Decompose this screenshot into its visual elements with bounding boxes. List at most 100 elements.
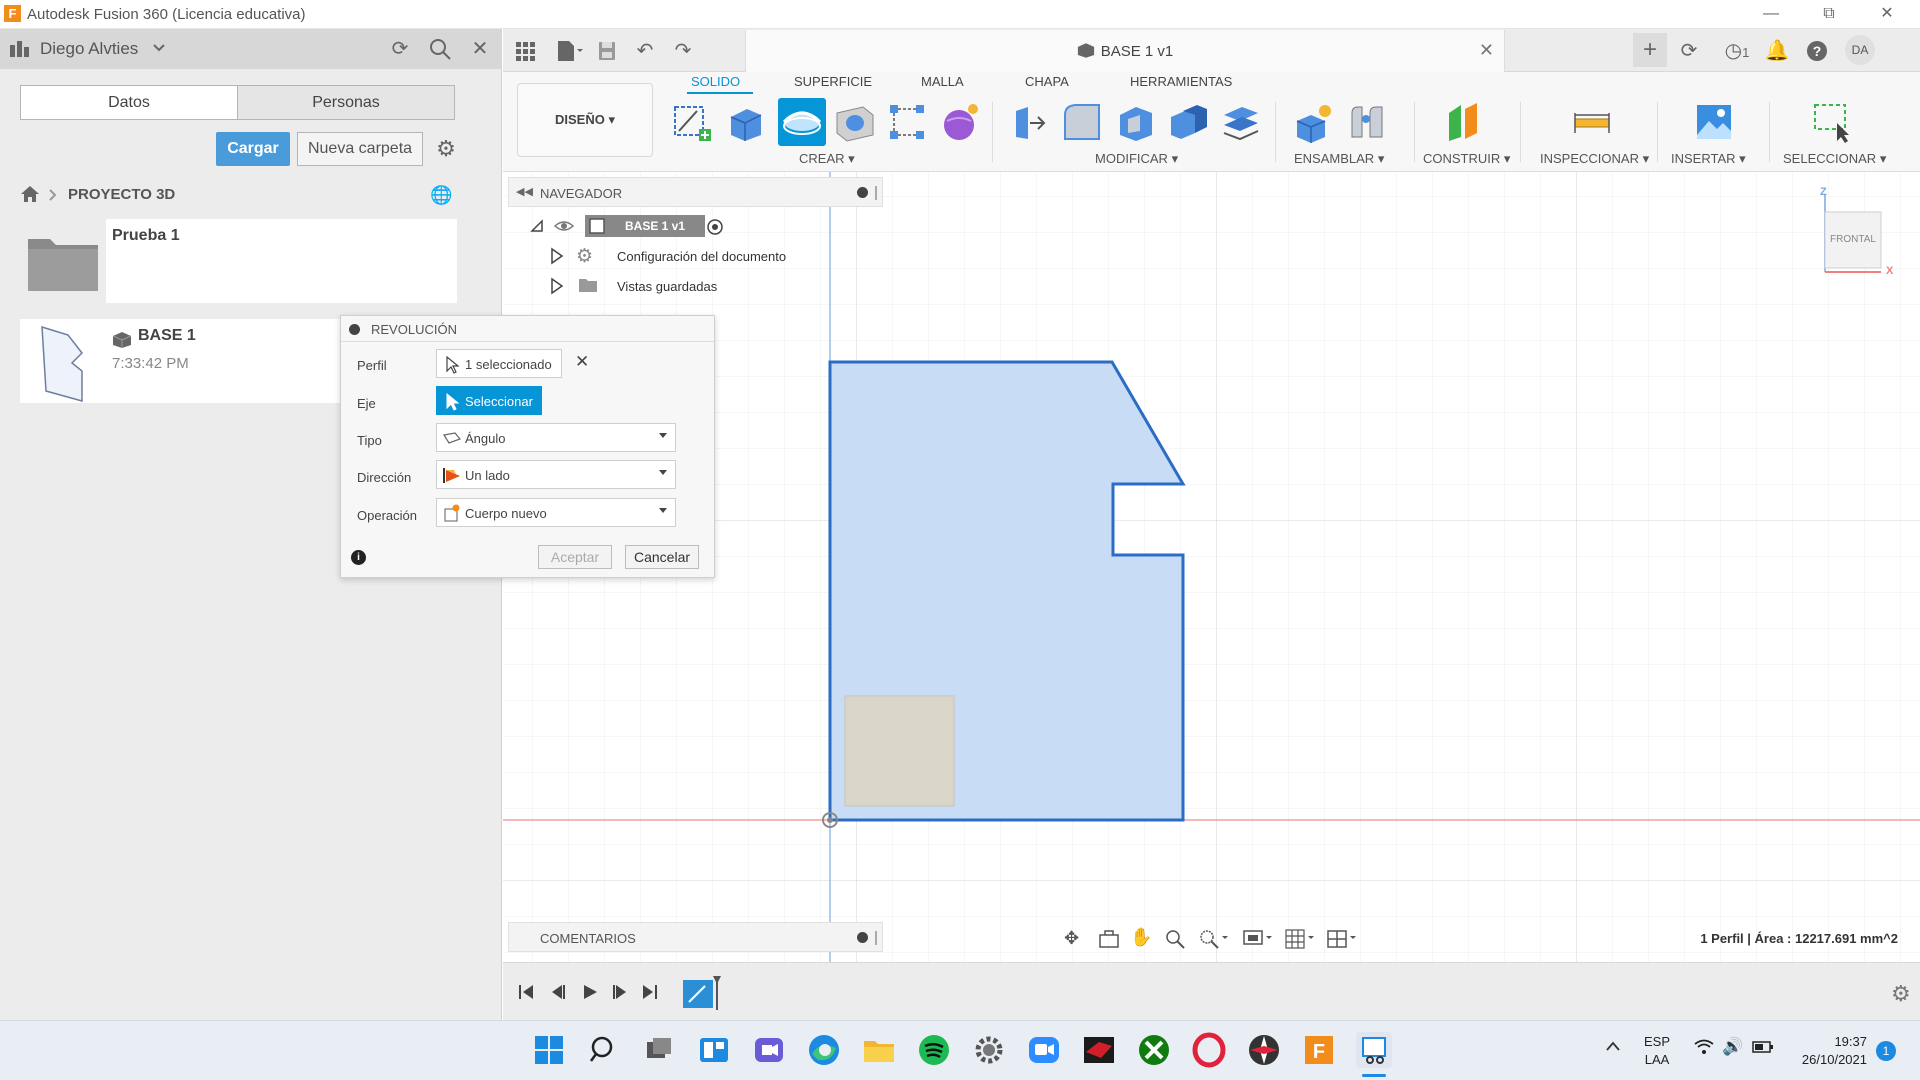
zoom-icon[interactable] (1164, 928, 1186, 950)
pan-hand-icon[interactable]: ✋ (1130, 927, 1152, 948)
play-icon[interactable] (581, 983, 599, 1001)
group-inspeccionar[interactable]: INSPECCIONAR ▾ (1540, 151, 1649, 167)
language-indicator[interactable]: ESP LAA (1644, 1033, 1670, 1069)
joint-icon[interactable] (1346, 101, 1388, 143)
navigator-root-row[interactable]: BASE 1 v1 (530, 214, 730, 240)
tab-malla[interactable]: MALLA (921, 74, 964, 89)
dialog-header[interactable]: REVOLUCIÓN (341, 316, 714, 342)
teams-chat-icon[interactable] (751, 1032, 787, 1068)
edge-browser-icon[interactable] (806, 1032, 842, 1068)
avatar[interactable]: DA (1845, 35, 1875, 65)
navigator-minimize-icon[interactable] (857, 187, 868, 198)
snipping-tool-icon[interactable] (1356, 1032, 1392, 1068)
offset-face-icon[interactable] (1220, 101, 1262, 143)
opera-icon[interactable] (1191, 1032, 1227, 1068)
refresh-icon[interactable]: ⟳ (388, 37, 412, 61)
eye-icon[interactable] (554, 218, 574, 234)
clear-selection-icon[interactable]: ✕ (575, 352, 589, 372)
taskbar-search-icon[interactable] (586, 1032, 622, 1068)
profile-selector[interactable]: 1 seleccionado (436, 349, 562, 378)
help-icon[interactable]: ? (1803, 37, 1831, 65)
widgets-icon[interactable] (696, 1032, 732, 1068)
panel-grip-icon[interactable] (875, 931, 877, 945)
group-crear[interactable]: CREAR ▾ (799, 151, 855, 167)
red-app-icon[interactable] (1081, 1032, 1117, 1068)
activate-radio-icon[interactable] (706, 218, 724, 236)
tray-chevron-up-icon[interactable] (1604, 1039, 1622, 1053)
expand-arrow-icon[interactable] (550, 247, 564, 265)
breadcrumb-project[interactable]: PROYECTO 3D (68, 186, 175, 203)
group-construir[interactable]: CONSTRUIR ▾ (1423, 151, 1510, 167)
settings-app-icon[interactable] (971, 1032, 1007, 1068)
step-back-icon[interactable] (549, 983, 567, 1001)
combine-icon[interactable] (1167, 101, 1209, 143)
user-name[interactable]: Diego Alvties (40, 39, 138, 59)
tab-chapa[interactable]: CHAPA (1025, 74, 1069, 89)
team-icon[interactable] (10, 41, 30, 57)
clock[interactable]: 19:37 26/10/2021 (1792, 1033, 1867, 1069)
workspace-switcher[interactable]: DISEÑO ▾ (517, 83, 653, 157)
close-window-button[interactable]: ✕ (1864, 0, 1910, 29)
info-icon[interactable]: i (351, 550, 366, 565)
xbox-icon[interactable] (1136, 1032, 1172, 1068)
go-to-end-icon[interactable] (641, 983, 659, 1001)
close-tab-icon[interactable]: ✕ (1479, 40, 1494, 61)
display-settings-icon[interactable] (1242, 928, 1272, 950)
group-insertar[interactable]: INSERTAR ▾ (1671, 151, 1746, 167)
tab-personas[interactable]: Personas (237, 86, 454, 119)
view-cube[interactable]: FRONTAL Z X (1811, 184, 1911, 284)
expand-arrow-icon[interactable] (550, 277, 564, 295)
list-item-folder[interactable]: Prueba 1 (20, 219, 457, 303)
cancel-button[interactable]: Cancelar (625, 545, 699, 569)
new-component-icon[interactable] (1293, 101, 1335, 143)
notification-badge[interactable]: 1 (1876, 1041, 1896, 1061)
chevron-down-icon[interactable] (152, 43, 166, 53)
gear-icon[interactable]: ⚙ (432, 135, 460, 163)
new-folder-button[interactable]: Nueva carpeta (297, 132, 423, 166)
extrude-icon[interactable] (725, 101, 767, 143)
undo-icon[interactable]: ↶ (631, 37, 659, 65)
ok-button[interactable]: Aceptar (538, 545, 612, 569)
press-pull-icon[interactable] (1008, 101, 1050, 143)
tab-herramientas[interactable]: HERRAMIENTAS (1130, 74, 1232, 89)
restore-button[interactable]: ⧉ (1806, 0, 1852, 29)
group-ensamblar[interactable]: ENSAMBLAR ▾ (1294, 151, 1384, 167)
compass-app-icon[interactable] (1246, 1032, 1282, 1068)
viewports-icon[interactable] (1326, 928, 1356, 950)
extensions-icon[interactable]: ⟳ (1675, 37, 1703, 65)
globe-icon[interactable]: 🌐 (430, 185, 452, 206)
measure-icon[interactable] (1571, 101, 1613, 143)
go-to-start-icon[interactable] (517, 983, 535, 1001)
grid-settings-icon[interactable] (1284, 928, 1314, 950)
create-sketch-icon[interactable] (671, 101, 713, 143)
insert-image-icon[interactable] (1693, 101, 1735, 143)
operation-dropdown[interactable]: Cuerpo nuevo (436, 498, 676, 527)
step-forward-icon[interactable] (611, 983, 629, 1001)
file-explorer-icon[interactable] (861, 1032, 897, 1068)
navigator-item-settings[interactable]: ⚙ Configuración del documento (530, 243, 810, 269)
axis-select-button[interactable]: Seleccionar (436, 386, 542, 415)
save-icon[interactable] (593, 37, 621, 65)
upload-button[interactable]: Cargar (216, 132, 290, 166)
revolve-icon[interactable] (778, 98, 826, 146)
type-dropdown[interactable]: Ángulo (436, 423, 676, 452)
offset-plane-icon[interactable] (1443, 101, 1485, 143)
direction-dropdown[interactable]: Un lado (436, 460, 676, 489)
panel-grip-icon[interactable] (875, 186, 877, 200)
grid-menu-icon[interactable] (511, 37, 539, 65)
tab-datos[interactable]: Datos (21, 86, 237, 119)
collapse-arrows-icon[interactable]: ◀◀ (516, 185, 533, 198)
tab-superficie[interactable]: SUPERFICIE (794, 74, 872, 89)
orbit-icon[interactable]: ✥ (1064, 928, 1079, 949)
navigator-item-views[interactable]: Vistas guardadas (530, 273, 810, 299)
collapse-dialog-icon[interactable] (349, 324, 360, 335)
select-box-icon[interactable] (1811, 101, 1853, 143)
wifi-icon[interactable] (1694, 1039, 1714, 1055)
close-panel-icon[interactable]: ✕ (468, 37, 492, 61)
redo-icon[interactable]: ↷ (669, 37, 697, 65)
pattern-icon[interactable] (886, 101, 928, 143)
job-status-icon[interactable]: ◷1 (1717, 37, 1757, 65)
timeline-sketch-feature[interactable] (681, 976, 721, 1010)
tab-solido[interactable]: SOLIDO (691, 74, 740, 89)
notifications-bell-icon[interactable]: 🔔 (1763, 37, 1791, 65)
